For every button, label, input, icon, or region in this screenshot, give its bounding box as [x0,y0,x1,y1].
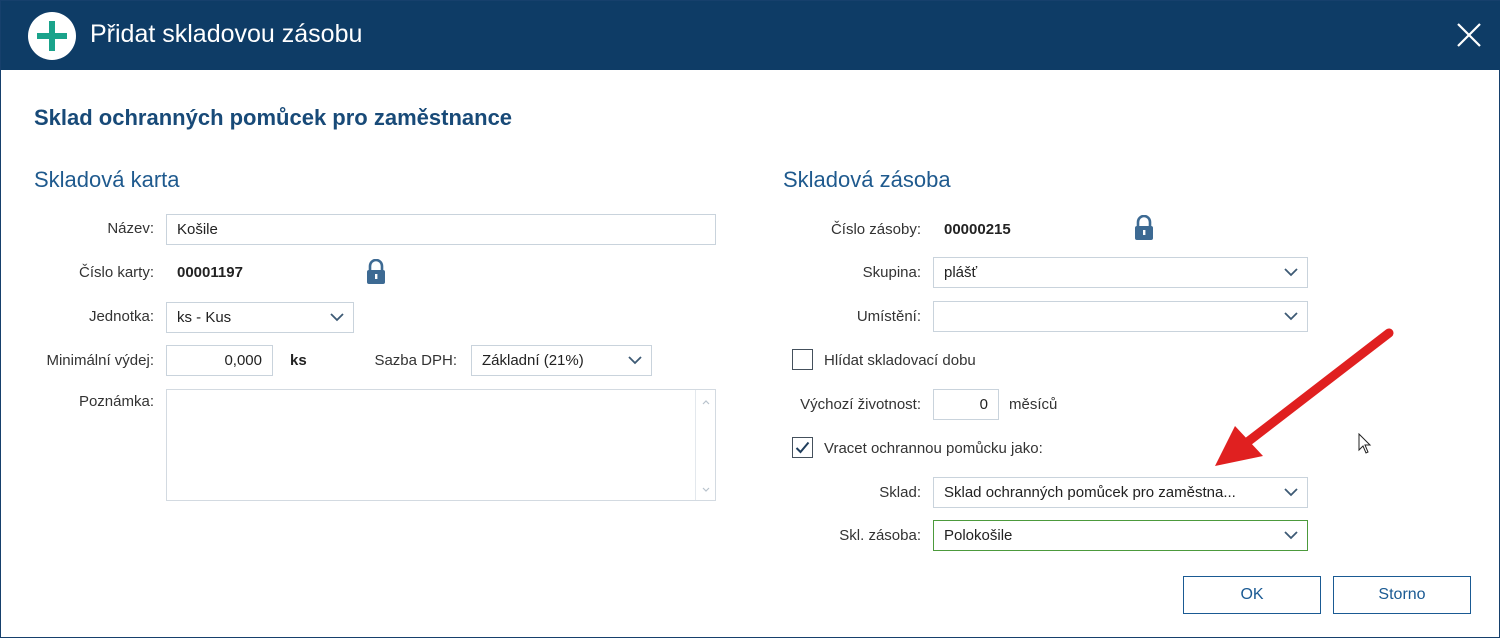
unit-select[interactable]: ks - Kus [166,302,354,333]
card-number-value: 00001197 [177,264,243,281]
group-select[interactable]: plášť [933,257,1308,288]
chevron-down-icon [1284,312,1298,321]
note-scrollbar[interactable] [695,390,715,500]
note-label: Poznámka: [78,393,154,410]
section-title-card: Skladová karta [34,167,180,192]
group-label: Skupina: [862,264,921,281]
default-life-unit: měsíců [1009,396,1058,413]
min-issue-input[interactable]: 0,000 [166,345,273,376]
add-stock-dialog: Přidat skladovou zásobu Sklad ochranných… [0,0,1500,638]
default-life-input[interactable]: 0 [933,389,999,420]
chevron-down-icon [1284,531,1298,540]
close-icon[interactable] [1449,15,1489,55]
return-as-checkbox[interactable] [792,437,813,458]
cancel-button[interactable]: Storno [1333,576,1471,614]
plus-circle-icon [28,12,76,60]
stock-number-label: Číslo zásoby: [830,221,921,238]
warehouse-heading: Sklad ochranných pomůcek pro zaměstnance [34,105,513,130]
chevron-down-icon [628,356,642,365]
chevron-down-icon [330,313,344,322]
mouse-cursor-icon [1358,433,1372,454]
return-as-label: Vracet ochrannou pomůcku jako: [824,440,1043,457]
stock-item-select[interactable]: Polokošile [933,520,1308,551]
warehouse-select-value: Sklad ochranných pomůcek pro zaměstna... [944,484,1236,501]
stock-number-value: 00000215 [944,221,1011,238]
unit-select-value: ks - Kus [177,309,232,326]
watch-storage-label: Hlídat skladovací dobu [824,352,976,369]
checkmark-icon [795,441,810,454]
section-title-stock: Skladová zásoba [783,167,951,192]
warehouse-select[interactable]: Sklad ochranných pomůcek pro zaměstna... [933,477,1308,508]
name-input[interactable]: Košile [166,214,716,245]
vat-select-value: Základní (21%) [482,352,584,369]
warehouse-label: Sklad: [879,484,921,501]
location-label: Umístění: [856,308,921,325]
stock-item-label: Skl. zásoba: [839,527,921,544]
name-label: Název: [107,220,154,237]
min-issue-label: Minimální výdej: [46,352,154,369]
unit-label: Jednotka: [88,308,154,325]
vat-label: Sazba DPH: [374,352,457,369]
stock-item-select-value: Polokošile [944,527,1013,544]
card-number-label: Číslo karty: [78,264,154,281]
chevron-down-icon [1284,488,1298,497]
min-issue-unit: ks [290,352,307,369]
lock-icon [365,258,387,285]
dialog-titlebar: Přidat skladovou zásobu [1,1,1500,70]
ok-button[interactable]: OK [1183,576,1321,614]
watch-storage-checkbox[interactable] [792,349,813,370]
default-life-label: Výchozí životnost: [800,396,921,413]
vat-select[interactable]: Základní (21%) [471,345,652,376]
dialog-title: Přidat skladovou zásobu [90,20,363,48]
chevron-down-icon [1284,268,1298,277]
lock-icon [1133,214,1155,241]
group-select-value: plášť [944,264,978,281]
note-textarea[interactable] [166,389,716,501]
